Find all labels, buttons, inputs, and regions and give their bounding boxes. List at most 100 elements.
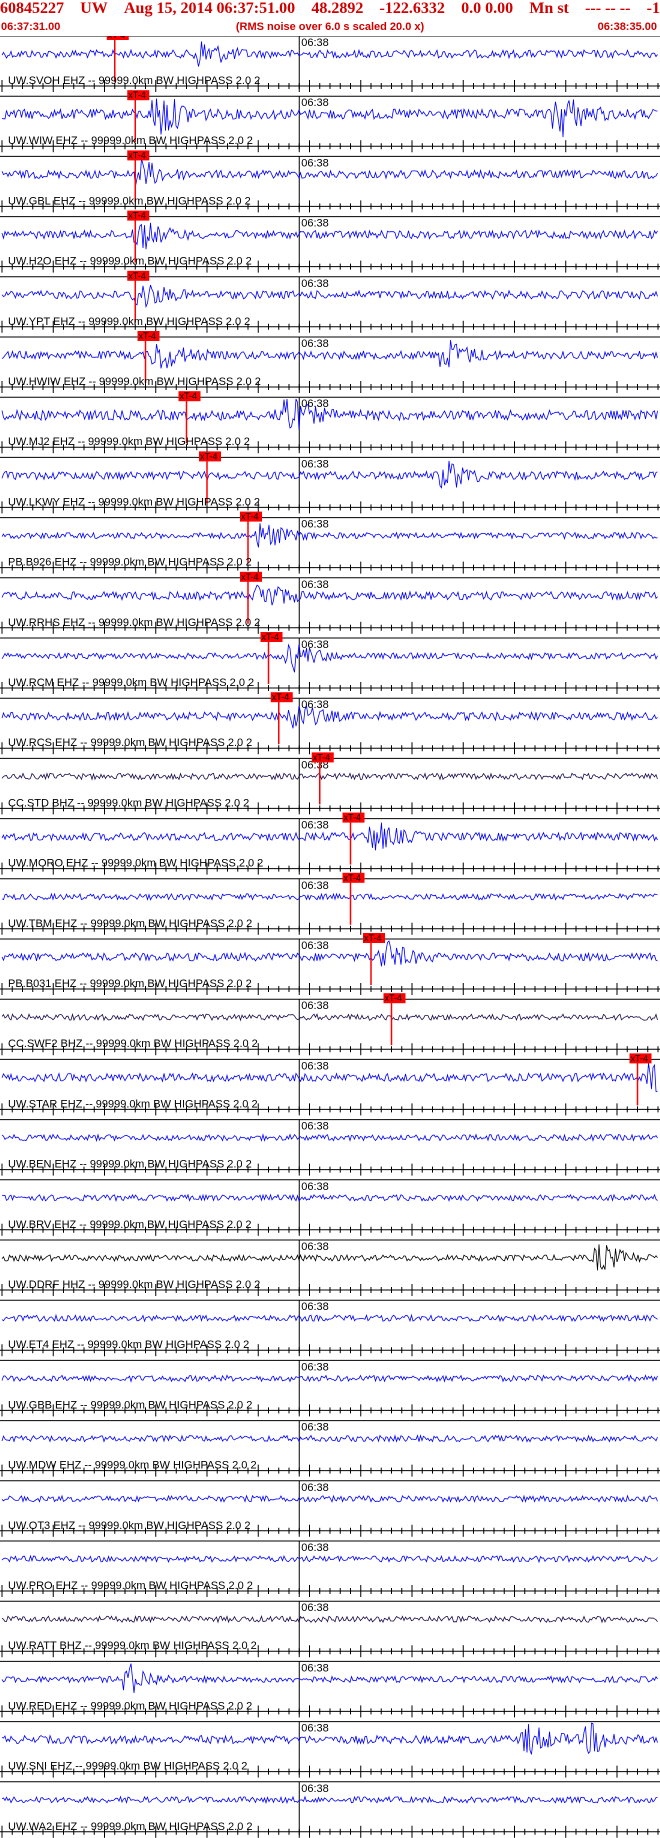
station-label: UW.WA2 EHZ -- 99999.0km BW HIGHPASS 2.0 … — [8, 1821, 253, 1833]
station-label: UW.RATT BHZ -- 99999.0km BW HIGHPASS 2.0… — [8, 1640, 257, 1652]
station-label: UW.HWIW EHZ -- 99999.0km BW HIGHPASS 2.0… — [8, 376, 261, 388]
pick-label: xT-4 — [180, 391, 198, 401]
station-label: UW.RED EHZ -- 99999.0km BW HIGHPASS 2.0 … — [8, 1700, 252, 1712]
minute-label: 06:38 — [301, 1662, 329, 1674]
station-label: UW.LKWY EHZ -- 99999.0km BW HIGHPASS 2.0… — [8, 496, 260, 508]
waveform-trace — [1, 98, 658, 138]
pick-label: xT-4 — [344, 813, 362, 823]
waveform-trace — [1, 892, 658, 901]
station-label: UW.PRO EHZ -- 99999.0km BW HIGHPASS 2.0 … — [8, 1580, 253, 1592]
waveform-trace — [1, 1133, 658, 1143]
station-label: UW.H2O EHZ -- 99999.0km BW HIGHPASS 2.0 … — [8, 256, 252, 268]
event-datetime: Aug 15, 2014 06:37:51.00 — [124, 0, 296, 17]
event-dashes: --- -- -- — [585, 0, 631, 17]
pick-label: xT-4 — [108, 36, 126, 40]
minute-label: 06:38 — [301, 1121, 329, 1133]
event-mag-type: Mn st — [529, 0, 569, 17]
waveform-trace — [1, 584, 658, 606]
pick-label: xT-4 — [241, 512, 259, 522]
trace-panel: 06:38 xT-4 UW.GBL EHZ -- 99999.0km BW HIGH… — [0, 150, 660, 213]
trace-panel: 06:38 xT-4 UW.STAR EHZ -- 99999.0km BW HIG… — [0, 1053, 660, 1116]
station-label: UW.RCM EHZ -- 99999.0km BW HIGHPASS 2.0 … — [8, 677, 254, 689]
waveform-trace — [1, 772, 658, 781]
trace-panel: 06:38 UW.BEN EHZ -- 99999.0km BW HIGHPASS… — [0, 1119, 660, 1176]
waveform-trace — [1, 41, 658, 67]
trace-panel: 06:38 UW.MDW EHZ -- 99999.0km BW HIGHPASS… — [0, 1420, 660, 1477]
event-flag: -1 — [646, 0, 660, 17]
trace-panel: 06:38 xT-4 UW.RRHS EHZ -- 99999.0km BW HIG… — [0, 571, 660, 634]
trace-panel: 06:38 xT-4 UW.SVOH EHZ -- 99999.0km BW HIG… — [0, 36, 660, 92]
waveform-trace — [1, 1722, 658, 1755]
station-label: UW.GBB EHZ -- 99999.0km BW HIGHPASS 2.0 … — [8, 1399, 252, 1411]
station-label: UW.RRHS EHZ -- 99999.0km BW HIGHPASS 2.0… — [8, 617, 260, 629]
station-label: UW.GBL EHZ -- 99999.0km BW HIGHPASS 2.0 … — [8, 195, 251, 207]
minute-label: 06:38 — [301, 1361, 329, 1373]
pick-label: xT-4 — [631, 1053, 649, 1063]
trace-panel: 06:38 xT-4 UW.WIW EHZ -- 99999.0km BW HIGH… — [0, 90, 660, 153]
station-label: UW.WIW EHZ -- 99999.0km BW HIGHPASS 2.0 … — [8, 135, 253, 147]
pick-label: xT-4 — [364, 933, 382, 943]
waveform-trace — [1, 1795, 658, 1805]
station-label: UW.RCS EHZ -- 99999.0km BW HIGHPASS 2.0 … — [8, 737, 252, 749]
minute-label: 06:38 — [301, 1723, 329, 1735]
trace-panel: 06:38 xT-4 UW.HWIW EHZ -- 99999.0km BW HIG… — [0, 331, 660, 393]
station-label: UW.MDW EHZ -- 99999.0km BW HIGHPASS 2.0 … — [8, 1460, 257, 1472]
event-network: UW — [80, 0, 108, 17]
minute-label: 06:38 — [301, 218, 329, 230]
rms-note: (RMS noise over 6.0 s scaled 20.0 x) — [235, 21, 425, 33]
trace-panel: 06:38 UW.PRO EHZ -- 99999.0km BW HIGHPASS… — [0, 1540, 660, 1597]
trace-panel: 06:38 UW.ET4 EHZ -- 99999.0km BW HIGHPASS… — [0, 1299, 660, 1357]
station-label: UW.BRV EHZ -- 99999.0km BW HIGHPASS 2.0 … — [8, 1219, 252, 1231]
minute-label: 06:38 — [301, 157, 329, 169]
pick-label: xT-4 — [262, 632, 280, 642]
waveform-trace — [1, 1313, 658, 1323]
pick-label: xT-4 — [128, 271, 146, 281]
waveform-trace — [1, 158, 658, 187]
pick-label: xT-4 — [128, 211, 146, 221]
minute-label: 06:38 — [301, 579, 329, 591]
waveform-trace — [1, 1012, 658, 1022]
minute-label: 06:38 — [301, 1060, 329, 1072]
trace-panel: 06:38 xT-4 UW.YPT EHZ -- 99999.0km BW HIGH… — [0, 270, 660, 333]
waveform-trace — [1, 1063, 658, 1093]
minute-label: 06:38 — [301, 940, 329, 952]
waveform-trace — [1, 340, 658, 369]
event-lon: -122.6332 — [379, 0, 445, 17]
trace-panel: 06:38xT-4UW.RCS EHZ -- 99999.0km BW HIGH… — [0, 692, 660, 755]
trace-panel: 06:38 xT-4 UW.H2O EHZ -- 99999.0km BW HIGH… — [0, 210, 660, 273]
pick-label: xT-4 — [313, 752, 331, 762]
minute-label: 06:38 — [301, 338, 329, 350]
waveform-trace — [1, 1374, 658, 1383]
waveform-trace — [1, 1244, 658, 1271]
minute-label: 06:38 — [301, 1241, 329, 1253]
station-label: UW.DDRF HHZ -- 99999.0km BW HIGHPASS 2.0… — [8, 1279, 260, 1291]
trace-panel: 06:38xT-4UW.MJ2 EHZ -- 99999.0km BW HIGH… — [0, 391, 660, 454]
event-title: 60845227 UW Aug 15, 2014 06:37:51.00 48.… — [0, 0, 660, 19]
minute-label: 06:38 — [301, 639, 329, 651]
waveform-trace — [1, 222, 658, 250]
pick-label: xT-4 — [139, 331, 157, 341]
minute-label: 06:38 — [301, 458, 329, 470]
trace-panel: 06:38 UW.BRV EHZ -- 99999.0km BW HIGHPASS… — [0, 1179, 660, 1236]
minute-label: 06:38 — [301, 1000, 329, 1012]
event-lat: 48.2892 — [311, 0, 364, 17]
minute-label: 06:38 — [301, 820, 329, 832]
pick-label: xT-4 — [272, 692, 290, 702]
pick-label: xT-4 — [241, 572, 259, 582]
event-depth-mag: 0.0 0.00 — [461, 0, 514, 17]
trace-panel: 06:38 xT-4 CC.SWF2 BHZ -- 99999.0km BW HIG… — [0, 993, 660, 1056]
time-window-line: (RMS noise over 6.0 s scaled 20.0 x) 06:… — [0, 20, 660, 34]
station-label: UW.OT3 EHZ -- 99999.0km BW HIGHPASS 2.0 … — [8, 1520, 250, 1532]
trace-panel: 06:38 UW.GBB EHZ -- 99999.0km BW HIGHPASS… — [0, 1359, 660, 1417]
minute-label: 06:38 — [301, 97, 329, 109]
minute-label: 06:38 — [301, 278, 329, 290]
trace-panel: 06:38xT-4CC.STD BHZ -- 99999.0km BW HIGH… — [0, 752, 660, 815]
header-bar: 60845227 UW Aug 15, 2014 06:37:51.00 48.… — [0, 0, 660, 36]
waveform-trace — [1, 1554, 658, 1564]
seismogram-plot: 06:38 xT-4 UW.SVOH EHZ -- 99999.0km BW HIG… — [0, 36, 660, 1838]
waveform-trace — [1, 940, 658, 967]
event-id: 60845227 — [0, 0, 64, 17]
station-label: UW.YPT EHZ -- 99999.0km BW HIGHPASS 2.0 … — [8, 316, 250, 328]
station-label: CC.SWF2 BHZ -- 99999.0km BW HIGHPASS 2.0… — [8, 1038, 258, 1050]
waveform-trace — [1, 1193, 658, 1203]
